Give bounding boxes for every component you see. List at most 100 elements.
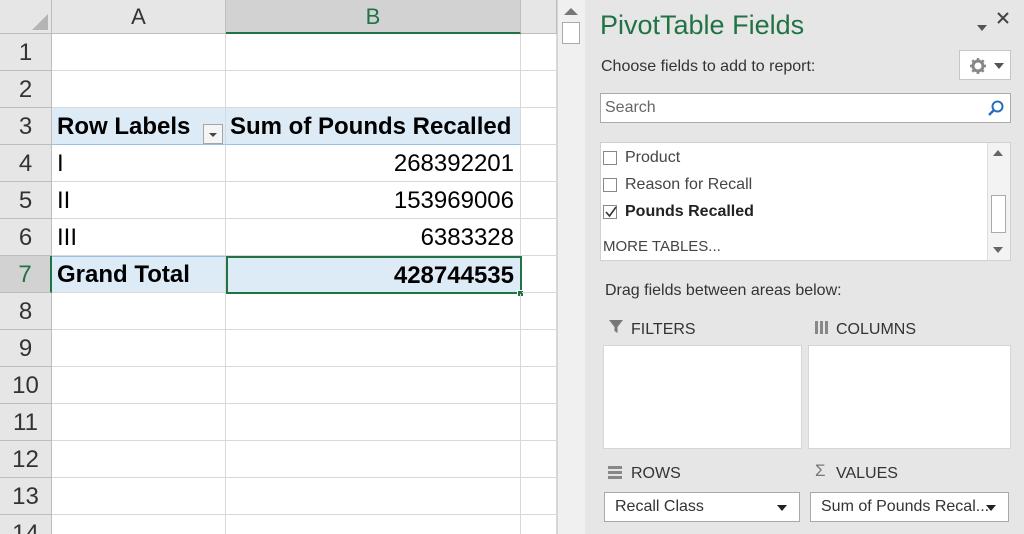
- field-checkbox-checked[interactable]: [603, 205, 617, 219]
- cell-b11[interactable]: [226, 404, 521, 441]
- field-list-scrollbar[interactable]: [987, 143, 1010, 260]
- cell-c4[interactable]: [521, 145, 557, 182]
- grand-total-label[interactable]: Grand Total: [52, 256, 226, 293]
- cell-c11[interactable]: [521, 404, 557, 441]
- row-header-11[interactable]: 11: [0, 404, 52, 441]
- field-checkbox[interactable]: [603, 151, 617, 165]
- row-header-7[interactable]: 7: [0, 256, 52, 293]
- checkmark-icon: [605, 206, 617, 218]
- cell-a9[interactable]: [52, 330, 226, 367]
- row-header-4[interactable]: 4: [0, 145, 52, 182]
- values-area-label: VALUES: [836, 465, 898, 482]
- values-field-label: Sum of Pounds Recal...: [821, 498, 990, 515]
- column-header-b[interactable]: B: [226, 0, 521, 34]
- pivot-row-labels-header[interactable]: Row Labels: [52, 108, 226, 145]
- cell-b12[interactable]: [226, 441, 521, 478]
- cell-a1[interactable]: [52, 34, 226, 71]
- row-header-5[interactable]: 5: [0, 182, 52, 219]
- row-header-9[interactable]: 9: [0, 330, 52, 367]
- cell-b13[interactable]: [226, 478, 521, 515]
- cell-c12[interactable]: [521, 441, 557, 478]
- field-label: Reason for Recall: [625, 176, 753, 193]
- cell-a12[interactable]: [52, 441, 226, 478]
- cell-a10[interactable]: [52, 367, 226, 404]
- row-header-13[interactable]: 13: [0, 478, 52, 515]
- cell-c13[interactable]: [521, 478, 557, 515]
- sigma-icon: Σ: [815, 461, 826, 480]
- row-header-1[interactable]: 1: [0, 34, 52, 71]
- rows-icon: [608, 466, 622, 479]
- rows-field-chip[interactable]: Recall Class: [604, 492, 800, 522]
- drag-fields-label: Drag fields between areas below:: [605, 282, 842, 299]
- cell-a14[interactable]: [52, 515, 226, 534]
- scroll-down-icon[interactable]: [993, 247, 1003, 253]
- column-header-a[interactable]: A: [52, 0, 226, 34]
- cell-a2[interactable]: [52, 71, 226, 108]
- row-label-cell[interactable]: II: [52, 182, 226, 219]
- row-header-14[interactable]: 14: [0, 515, 52, 534]
- filters-area-label: FILTERS: [631, 321, 696, 338]
- columns-drop-area[interactable]: [808, 345, 1011, 449]
- pivot-values-header[interactable]: Sum of Pounds Recalled: [226, 108, 521, 145]
- row-label-cell[interactable]: I: [52, 145, 226, 182]
- field-checkbox[interactable]: [603, 178, 617, 192]
- cell-b2[interactable]: [226, 71, 521, 108]
- select-all-corner[interactable]: [0, 0, 52, 34]
- row-value-cell[interactable]: 268392201: [226, 145, 521, 182]
- search-icon[interactable]: [987, 99, 1005, 117]
- search-placeholder: Search: [605, 99, 656, 116]
- grand-total-value[interactable]: 428744535: [226, 256, 522, 294]
- column-header-c[interactable]: [521, 0, 557, 34]
- cell-c1[interactable]: [521, 34, 557, 71]
- cell-a8[interactable]: [52, 293, 226, 330]
- dropdown-arrow-icon[interactable]: [777, 505, 787, 511]
- cell-c6[interactable]: [521, 219, 557, 256]
- scroll-up-icon[interactable]: [564, 8, 578, 15]
- row-header-2[interactable]: 2: [0, 71, 52, 108]
- cell-c8[interactable]: [521, 293, 557, 330]
- cell-b10[interactable]: [226, 367, 521, 404]
- row-label-cell[interactable]: III: [52, 219, 226, 256]
- cell-a11[interactable]: [52, 404, 226, 441]
- cell-b1[interactable]: [226, 34, 521, 71]
- cell-c14[interactable]: [521, 515, 557, 534]
- row-header-8[interactable]: 8: [0, 293, 52, 330]
- cell-c5[interactable]: [521, 182, 557, 219]
- cell-b14[interactable]: [226, 515, 521, 534]
- close-icon[interactable]: [995, 10, 1011, 31]
- cell-c10[interactable]: [521, 367, 557, 404]
- cell-c9[interactable]: [521, 330, 557, 367]
- pane-options-chevron-icon[interactable]: [977, 16, 987, 37]
- row-header-10[interactable]: 10: [0, 367, 52, 404]
- row-value-cell[interactable]: 6383328: [226, 219, 521, 256]
- field-search-input[interactable]: Search: [600, 93, 1011, 123]
- dropdown-arrow-icon: [994, 63, 1004, 69]
- field-label: Pounds Recalled: [625, 203, 754, 220]
- cell-b8[interactable]: [226, 294, 521, 330]
- row-labels-text: Row Labels: [57, 113, 191, 140]
- scroll-up-icon[interactable]: [993, 150, 1003, 156]
- filters-drop-area[interactable]: [603, 345, 802, 449]
- dropdown-arrow-icon[interactable]: [986, 505, 996, 511]
- row-header-3[interactable]: 3: [0, 108, 52, 145]
- scroll-thumb[interactable]: [562, 22, 580, 44]
- cell-c2[interactable]: [521, 71, 557, 108]
- field-settings-button[interactable]: [959, 50, 1011, 80]
- columns-area-label: COLUMNS: [836, 321, 917, 338]
- row-header-6[interactable]: 6: [0, 219, 52, 256]
- cell-c3[interactable]: [521, 108, 557, 145]
- scroll-thumb[interactable]: [991, 195, 1006, 233]
- cell-c7[interactable]: [522, 256, 557, 293]
- more-tables-link[interactable]: MORE TABLES...: [603, 238, 721, 255]
- cell-b9[interactable]: [226, 330, 521, 367]
- values-field-chip[interactable]: Sum of Pounds Recal...: [810, 492, 1009, 522]
- columns-icon: [815, 321, 828, 334]
- vertical-scrollbar[interactable]: [557, 0, 585, 534]
- pane-title: PivotTable Fields: [600, 10, 805, 40]
- cell-a13[interactable]: [52, 478, 226, 515]
- pivottable-fields-pane: PivotTable Fields Choose fields to add t…: [585, 0, 1024, 534]
- row-header-12[interactable]: 12: [0, 441, 52, 478]
- row-value-cell[interactable]: 153969006: [226, 182, 521, 219]
- row-labels-filter-button[interactable]: [203, 124, 223, 144]
- field-list: Product Reason for Recall Pounds Recalle…: [600, 142, 1011, 261]
